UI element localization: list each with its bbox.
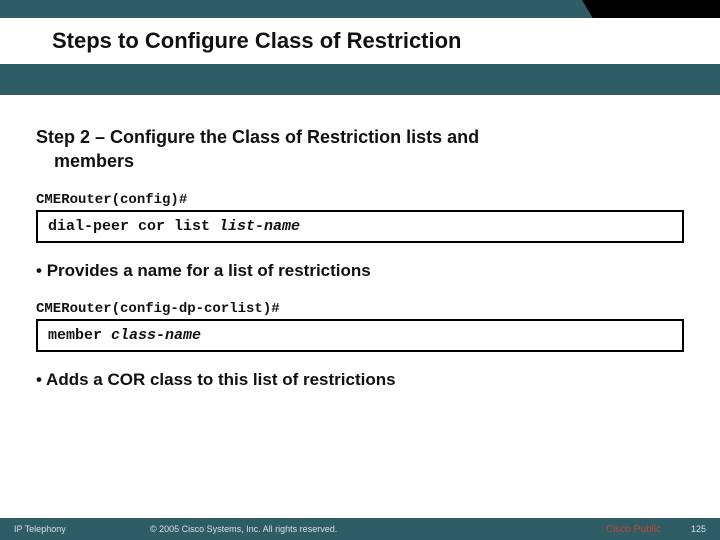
footer-copyright: © 2005 Cisco Systems, Inc. All rights re… — [150, 524, 606, 534]
command-1-text: dial-peer cor list — [48, 218, 219, 235]
step-heading-line2: members — [36, 149, 684, 173]
footer-page-number: 125 — [691, 524, 720, 534]
footer-public-label: Cisco Public — [606, 524, 691, 535]
slide-title: Steps to Configure Class of Restriction — [0, 18, 720, 64]
command-box-2: member class-name — [36, 319, 684, 352]
step-heading: Step 2 – Configure the Class of Restrict… — [36, 125, 684, 174]
cli-prompt-1: CMERouter(config)# — [36, 192, 684, 208]
cli-prompt-2: CMERouter(config-dp-corlist)# — [36, 301, 684, 317]
footer-left: IP Telephony — [0, 524, 150, 534]
command-2-arg: class-name — [111, 327, 201, 344]
step-heading-line1: Step 2 – Configure the Class of Restrict… — [36, 127, 479, 147]
footer-bar: IP Telephony © 2005 Cisco Systems, Inc. … — [0, 518, 720, 540]
command-2-text: member — [48, 327, 111, 344]
command-1-arg: list-name — [219, 218, 300, 235]
command-box-1: dial-peer cor list list-name — [36, 210, 684, 243]
bullet-1: Provides a name for a list of restrictio… — [36, 261, 684, 281]
content-area: Step 2 – Configure the Class of Restrict… — [36, 125, 684, 410]
slide-title-text: Steps to Configure Class of Restriction — [52, 28, 462, 54]
bullet-2: Adds a COR class to this list of restric… — [36, 370, 684, 390]
